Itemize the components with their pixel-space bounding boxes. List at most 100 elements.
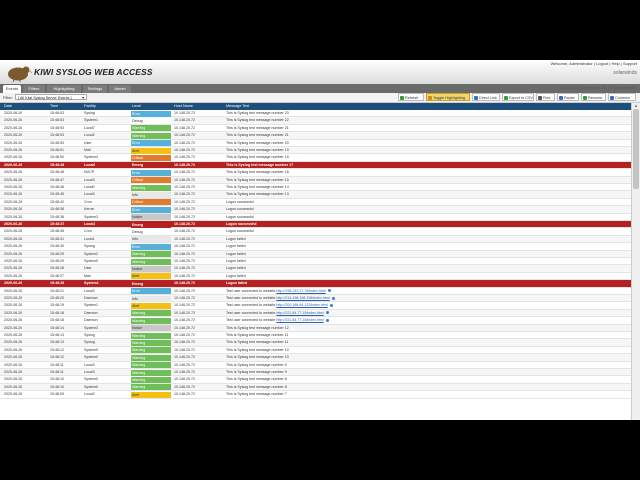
message-text: This is Syslog test message number 21 [226, 125, 289, 130]
export-csv-button[interactable]: Export to CSV [502, 93, 534, 101]
table-row[interactable]: 2020-06-26 15:48:51 Mail Alert 10.148.20.72 T… [0, 147, 631, 155]
cell-host-name: 10.148.20.72 [174, 207, 195, 212]
cell-host-name: 10.148.20.72 [174, 111, 195, 115]
cell-facility: Local3 [84, 370, 95, 374]
column-header-level[interactable]: Level [132, 103, 141, 110]
cell-time: 15:48:10 [50, 384, 64, 389]
message-link[interactable]: http://200.188.84.122/index.html [276, 303, 327, 307]
cell-time: 15:48:26 [50, 281, 65, 286]
globe-icon[interactable] [325, 311, 329, 315]
table-row[interactable]: 2020-06-26 15:48:29 System2 Warning 10.148.2… [0, 250, 631, 258]
scrollbar-thumb[interactable] [633, 109, 639, 189]
table-row[interactable]: 2020-06-26 15:48:38 System3 Notice 10.148.20… [0, 214, 631, 221]
table-row[interactable]: 2020-06-26 15:48:14 System3 Notice 10.148.20… [0, 324, 631, 332]
tab-events[interactable]: Events [3, 85, 21, 93]
tab-settings[interactable]: Settings [83, 85, 107, 93]
pause-button[interactable]: Pause [557, 93, 579, 101]
table-row[interactable]: 2020-06-26 15:48:21 Local3 Error 10.148.20.7… [0, 288, 631, 295]
table-row[interactable]: 2020-06-26 15:48:53 Syslog Error 10.148.20.7… [0, 110, 631, 118]
table-row[interactable]: 2020-06-26 15:48:53 Local7 Warning 10.148.20… [0, 125, 631, 133]
globe-icon[interactable] [331, 296, 335, 300]
cell-message-text: Logon failed [226, 273, 246, 280]
column-header-date[interactable]: Date [4, 103, 12, 110]
globe-icon[interactable] [325, 318, 329, 322]
globe-icon[interactable] [327, 289, 331, 293]
app-header: KIWI SYSLOG WEB ACCESS Welcome, Administ… [0, 60, 640, 84]
table-row[interactable]: 2020-06-26 15:48:50 System4 Critical 10.148.… [0, 154, 631, 162]
column-header-host-name[interactable]: Host Name [174, 103, 193, 110]
table-row[interactable]: 2020-06-26 15:48:42 Cron Critical 10.148.20.… [0, 199, 631, 207]
table-row[interactable]: 2020-06-26 15:48:18 Daemon Warning 10.148.20… [0, 309, 631, 318]
table-row[interactable]: 2020-06-26 15:48:38 Kernel Error 10.148.20.7… [0, 206, 631, 214]
cell-facility: System2 [84, 251, 98, 256]
table-row[interactable]: 2020-06-26 15:48:19 System1 Alert 10.148.20.… [0, 302, 631, 310]
cell-level-badge: Info [131, 191, 171, 198]
columns-icon [610, 96, 614, 100]
table-row[interactable]: 2020-06-26 15:48:13 Syslog Warning 10.148.20… [0, 339, 631, 347]
cell-message-text: This is Syslog test message number 12 [226, 325, 289, 332]
cell-time: 15:48:38 [50, 207, 64, 212]
message-link[interactable]: http://221.84.77.15/index.html [276, 318, 323, 322]
message-text: This is Syslog test message number 11 [226, 333, 289, 337]
cell-facility: Local3 [84, 177, 95, 182]
cell-message-text: Logon successful [226, 214, 254, 221]
resume-button[interactable]: Resume [581, 93, 606, 101]
table-row[interactable]: 2020-06-26 15:48:13 Syslog Warning 10.148.20… [0, 332, 631, 340]
cell-date: 2020-06-26 [4, 303, 23, 308]
cell-message-text: This is Syslog test message number 11 [226, 339, 288, 346]
cell-level-badge: Warning [131, 258, 171, 265]
table-row[interactable]: 2020-06-26 15:48:29 System0 Warning 10.148.2… [0, 258, 631, 266]
direct-link-button[interactable]: Direct Link [472, 93, 500, 101]
vertical-scrollbar[interactable]: ▲ [631, 103, 640, 420]
refresh-button[interactable]: Refresh [398, 93, 424, 101]
cell-date: 2020-06-26 [4, 148, 23, 152]
message-link[interactable]: http://214.198.198.196/index.html [276, 296, 329, 300]
table-row[interactable]: 2020-06-26 15:48:53 Local2 Warning 10.148.20… [0, 132, 631, 140]
column-header-facility[interactable]: Facility [84, 103, 96, 110]
table-row[interactable]: 2020-06-26 15:48:48 NUCP Error 10.148.20.72 T… [0, 169, 631, 177]
table-row[interactable]: 2020-06-26 15:48:45 Local3 Info 10.148.20.72… [0, 191, 631, 199]
tab-highlighting[interactable]: Highlighting [47, 85, 81, 93]
table-row[interactable]: 2020-06-26 15:48:10 System0 Warning 10.148.2… [0, 383, 631, 392]
message-link[interactable]: http://198.243.17.15/index.html [276, 289, 325, 293]
toggle-highlighting-button[interactable]: Toggle Highlighting [426, 93, 470, 101]
table-row[interactable]: 2020-06-26 15:48:09 Local2 Alert 10.148.20.7… [0, 391, 631, 399]
tab-filters[interactable]: Filters [23, 85, 45, 93]
table-row[interactable]: 2020-06-26 15:48:12 System0 Warning 10.148.2… [0, 354, 631, 362]
table-row[interactable]: 2020-06-26 15:48:27 Mail Alert 10.148.20.72 L… [0, 273, 631, 281]
table-row[interactable]: 2020-06-26 15:48:53 System1 Debug 10.148.20.… [0, 117, 631, 125]
cell-time: 15:48:27 [50, 273, 64, 278]
column-header-message-text[interactable]: Message Text [226, 103, 249, 110]
table-row[interactable]: 2020-06-26 15:48:10 System0 Warning 10.148.2… [0, 376, 631, 384]
table-row[interactable]: 2020-06-26 15:48:48 Local0 Emerg 10.148.20.7… [0, 161, 631, 170]
table-row[interactable]: 2020-06-26 15:48:47 Local3 Critical 10.148.2… [0, 176, 631, 184]
user-links[interactable]: Welcome, Administrator | Logout | Help |… [551, 61, 637, 66]
table-row[interactable]: 2020-06-26 15:48:53 User Error 10.148.20.72 T… [0, 140, 631, 147]
cell-time: 15:48:47 [50, 177, 64, 182]
table-row[interactable]: 2020-06-26 15:48:30 Syslog Error 10.148.20.7… [0, 243, 631, 251]
table-row[interactable]: 2020-06-26 15:48:12 System0 Warning 10.148.2… [0, 347, 631, 355]
globe-icon[interactable] [329, 303, 333, 307]
table-row[interactable]: 2020-06-26 15:48:26 System1 Emerg 10.148.20.… [0, 280, 631, 288]
table-row[interactable]: 2020-06-26 15:48:18 Daemon Warning 10.148.20… [0, 317, 631, 325]
cell-message-text: This is Syslog test message number 18 [226, 154, 289, 161]
table-row[interactable]: 2020-06-26 15:48:36 Cron Debug 10.148.20.72 L… [0, 228, 631, 236]
cell-date: 2020-06-26 [4, 251, 23, 256]
table-row[interactable]: 2020-06-26 15:48:31 Local1 Info 10.148.20.72… [0, 235, 631, 244]
tab-admin[interactable]: Admin [109, 85, 131, 93]
table-row[interactable]: 2020-06-26 15:48:28 User Notice 10.148.20.72… [0, 265, 631, 273]
table-row[interactable]: 2020-06-26 15:48:20 Daemon Info 10.148.20.72… [0, 295, 631, 303]
find-button[interactable]: Find [536, 93, 555, 101]
filter-select[interactable]: [ All Kiwi Syslog Server Events ] ▼ [15, 94, 87, 100]
table-row[interactable]: 2020-06-26 15:48:11 Local3 Warning 10.148.20… [0, 362, 631, 369]
columns-button[interactable]: Columns [608, 93, 636, 101]
column-header-time[interactable]: Time [50, 103, 58, 110]
cell-message-text: Logon successful [226, 221, 257, 228]
table-row[interactable]: 2020-06-26 15:48:46 Local0 Warning 10.148.20… [0, 184, 631, 192]
scroll-up-icon[interactable]: ▲ [632, 103, 640, 108]
cell-date: 2020-06-26 [4, 266, 23, 271]
table-row[interactable]: 2020-06-26 15:48:37 Local1 Emerg 10.148.20.7… [0, 221, 631, 229]
cell-message-text: This is Syslog test message number 13 [226, 191, 289, 198]
message-link[interactable]: http://221.84.77.15/index.html [276, 311, 323, 315]
table-row[interactable]: 2020-06-26 15:48:11 Local3 Warning 10.148.20… [0, 369, 631, 377]
